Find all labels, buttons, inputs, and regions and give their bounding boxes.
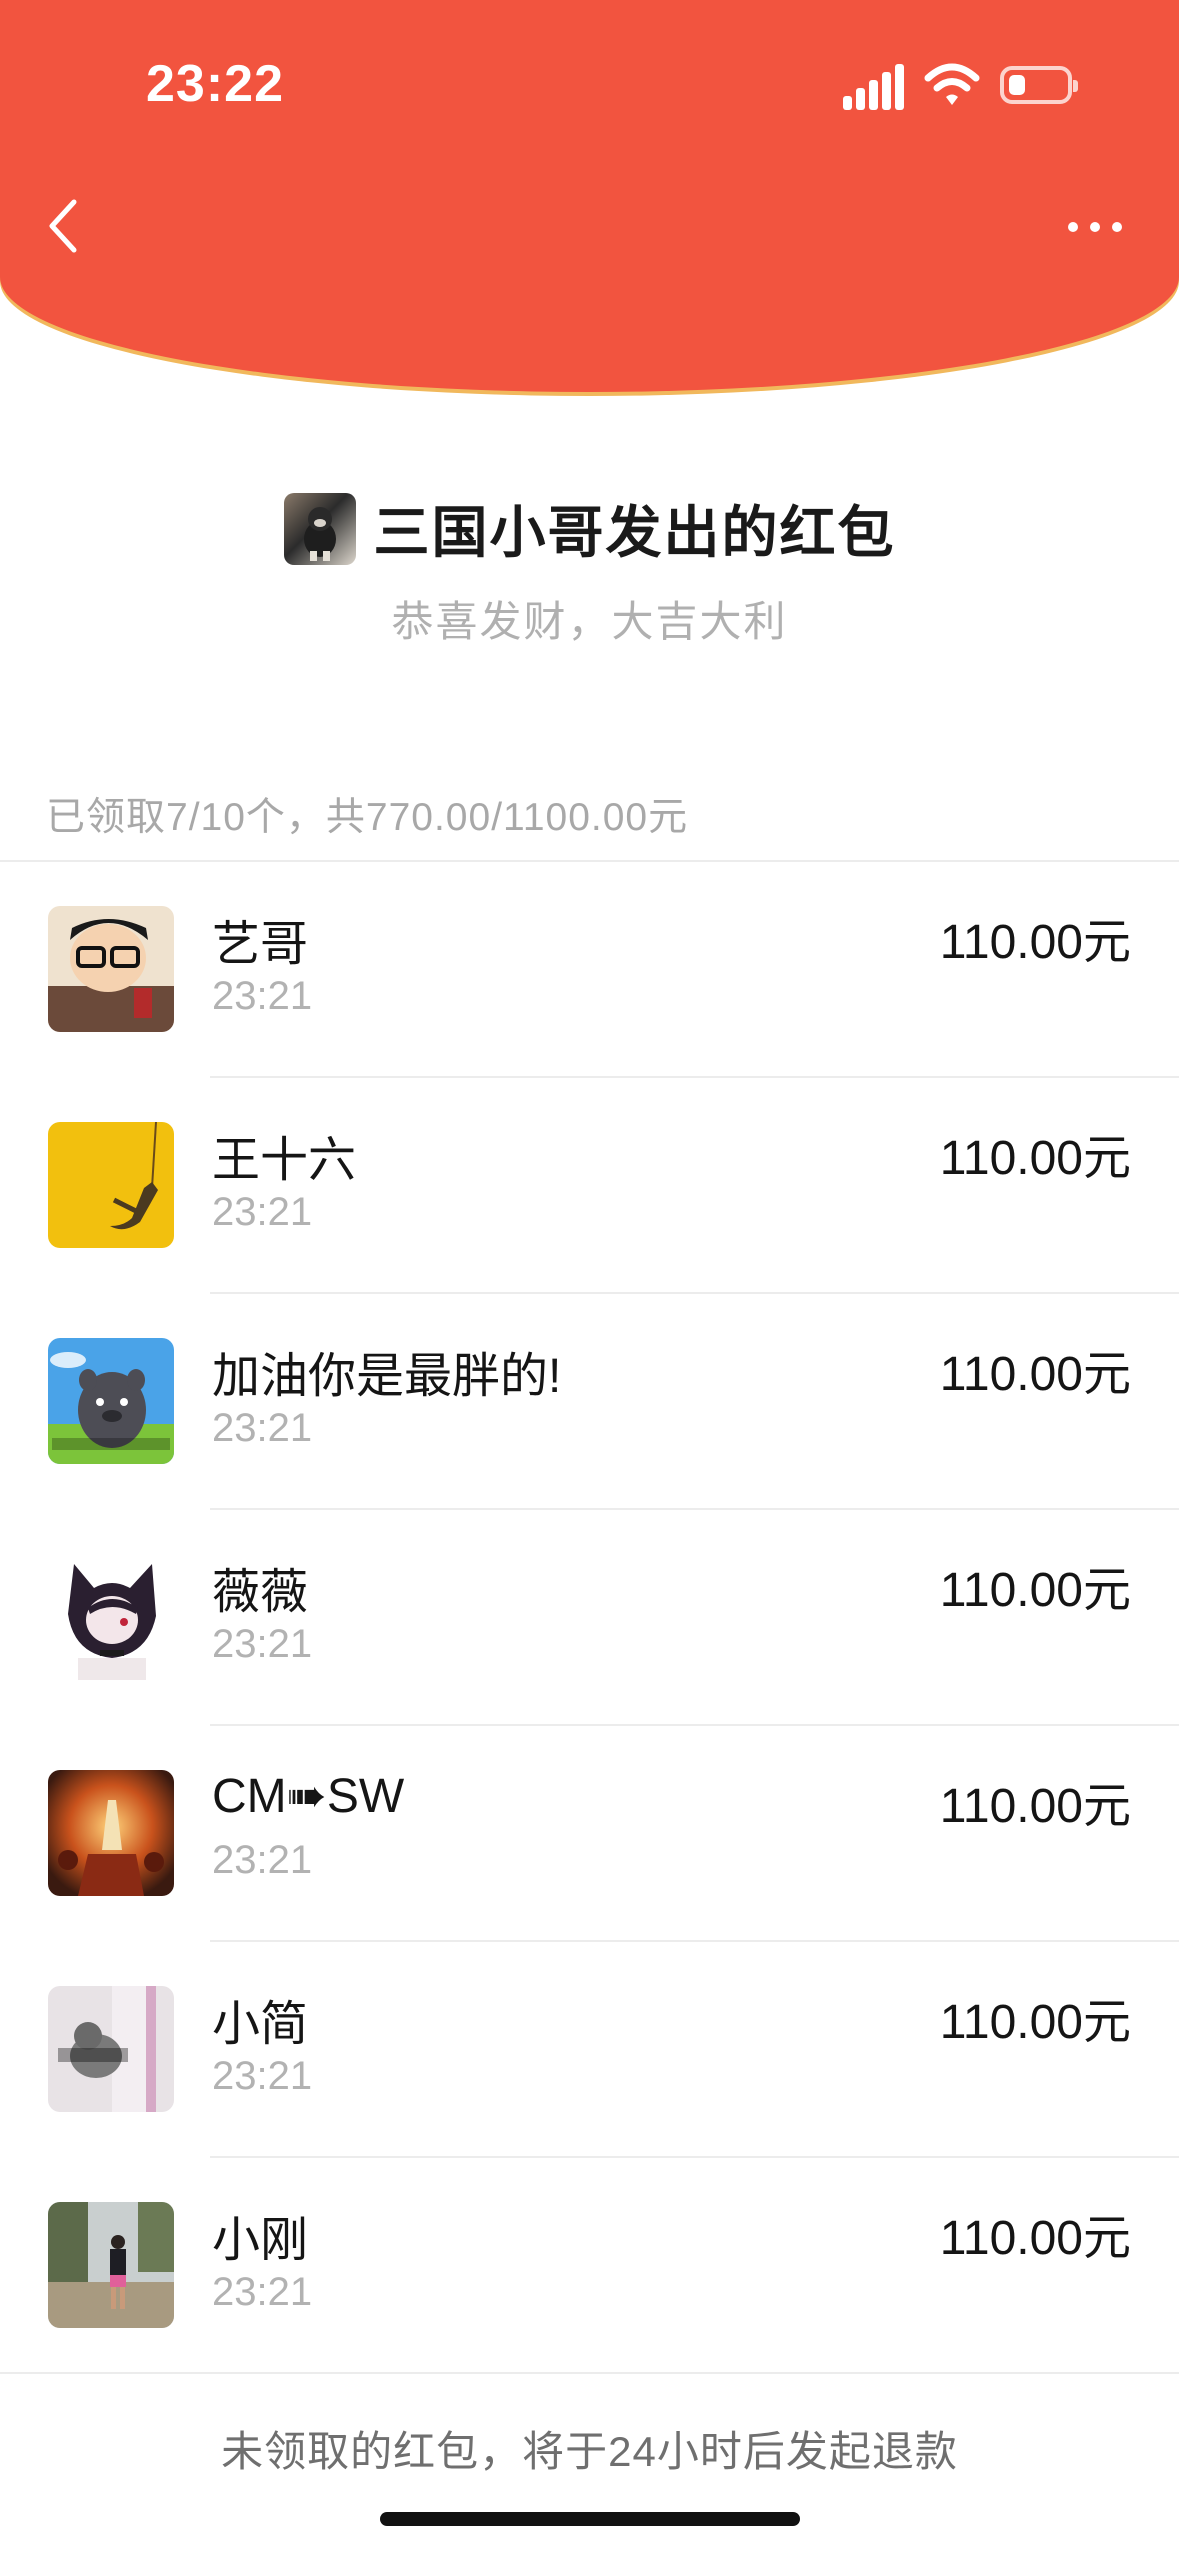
sender-avatar[interactable] xyxy=(283,492,356,565)
greeting-message: 恭喜发财，大吉大利 xyxy=(391,598,788,645)
claim-amount: 110.00元 xyxy=(939,1780,1131,1833)
claim-time: 23:21 xyxy=(212,2270,313,2314)
claim-time: 23:21 xyxy=(212,1190,313,1234)
recipient-name: 加油你是最胖的! xyxy=(212,1350,562,1403)
claim-amount: 110.00元 xyxy=(939,1348,1131,1401)
list-item[interactable]: 王十六 23:21 110.00元 xyxy=(0,1078,1179,1294)
recipient-name: CM➠SW xyxy=(212,1770,405,1823)
claim-time: 23:21 xyxy=(212,1406,313,1450)
claim-time: 23:21 xyxy=(212,2054,313,2098)
claim-amount: 110.00元 xyxy=(939,1996,1131,2049)
recipient-name: 小简 xyxy=(212,1998,309,2051)
recipient-name: 王十六 xyxy=(212,1134,357,1187)
list-item[interactable]: 小简 23:21 110.00元 xyxy=(0,1942,1179,2158)
list-item[interactable]: CM➠SW 23:21 110.00元 xyxy=(0,1726,1179,1942)
refund-notice: 未领取的红包，将于24小时后发起退款 xyxy=(221,2428,958,2475)
recipient-avatar[interactable] xyxy=(48,1554,174,1680)
cellular-signal-icon xyxy=(843,64,905,110)
claim-amount: 110.00元 xyxy=(939,1564,1131,1617)
wifi-icon xyxy=(924,63,980,105)
recipient-avatar[interactable] xyxy=(48,1986,174,2112)
list-item[interactable]: 加油你是最胖的! 23:21 110.00元 xyxy=(0,1294,1179,1510)
recipient-avatar[interactable] xyxy=(48,1770,174,1896)
claim-summary: 已领取7/10个，共770.00/1100.00元 xyxy=(46,796,689,839)
recipient-name: 小刚 xyxy=(212,2214,309,2267)
recipient-avatar[interactable] xyxy=(48,906,174,1032)
claim-time: 23:21 xyxy=(212,974,313,1018)
divider xyxy=(0,2372,1179,2374)
red-envelope-header: 23:22 xyxy=(0,0,1179,392)
claim-amount: 110.00元 xyxy=(939,916,1131,969)
battery-icon xyxy=(1000,66,1078,104)
recipient-list: 艺哥 23:21 110.00元 王十六 23:21 110.00元 加油你是最… xyxy=(0,862,1179,2374)
sender-row: 三国小哥发出的红包 xyxy=(0,488,1179,570)
recipient-name: 薇薇 xyxy=(212,1566,309,1619)
list-item[interactable]: 薇薇 23:21 110.00元 xyxy=(0,1510,1179,1726)
list-item[interactable]: 艺哥 23:21 110.00元 xyxy=(0,862,1179,1078)
status-bar-time: 23:22 xyxy=(146,55,284,113)
recipient-avatar[interactable] xyxy=(48,1122,174,1248)
list-item[interactable]: 小刚 23:21 110.00元 xyxy=(0,2158,1179,2374)
claim-time: 23:21 xyxy=(212,1622,313,1666)
sender-title: 三国小哥发出的红包 xyxy=(373,501,896,564)
claim-amount: 110.00元 xyxy=(939,2212,1131,2265)
recipient-avatar[interactable] xyxy=(48,2202,174,2328)
home-indicator[interactable] xyxy=(380,2512,800,2526)
claim-amount: 110.00元 xyxy=(939,1132,1131,1185)
more-options-icon[interactable] xyxy=(1060,212,1130,242)
back-arrow-icon[interactable] xyxy=(44,196,84,256)
claim-time: 23:21 xyxy=(212,1838,313,1882)
recipient-name: 艺哥 xyxy=(212,918,309,971)
recipient-avatar[interactable] xyxy=(48,1338,174,1464)
